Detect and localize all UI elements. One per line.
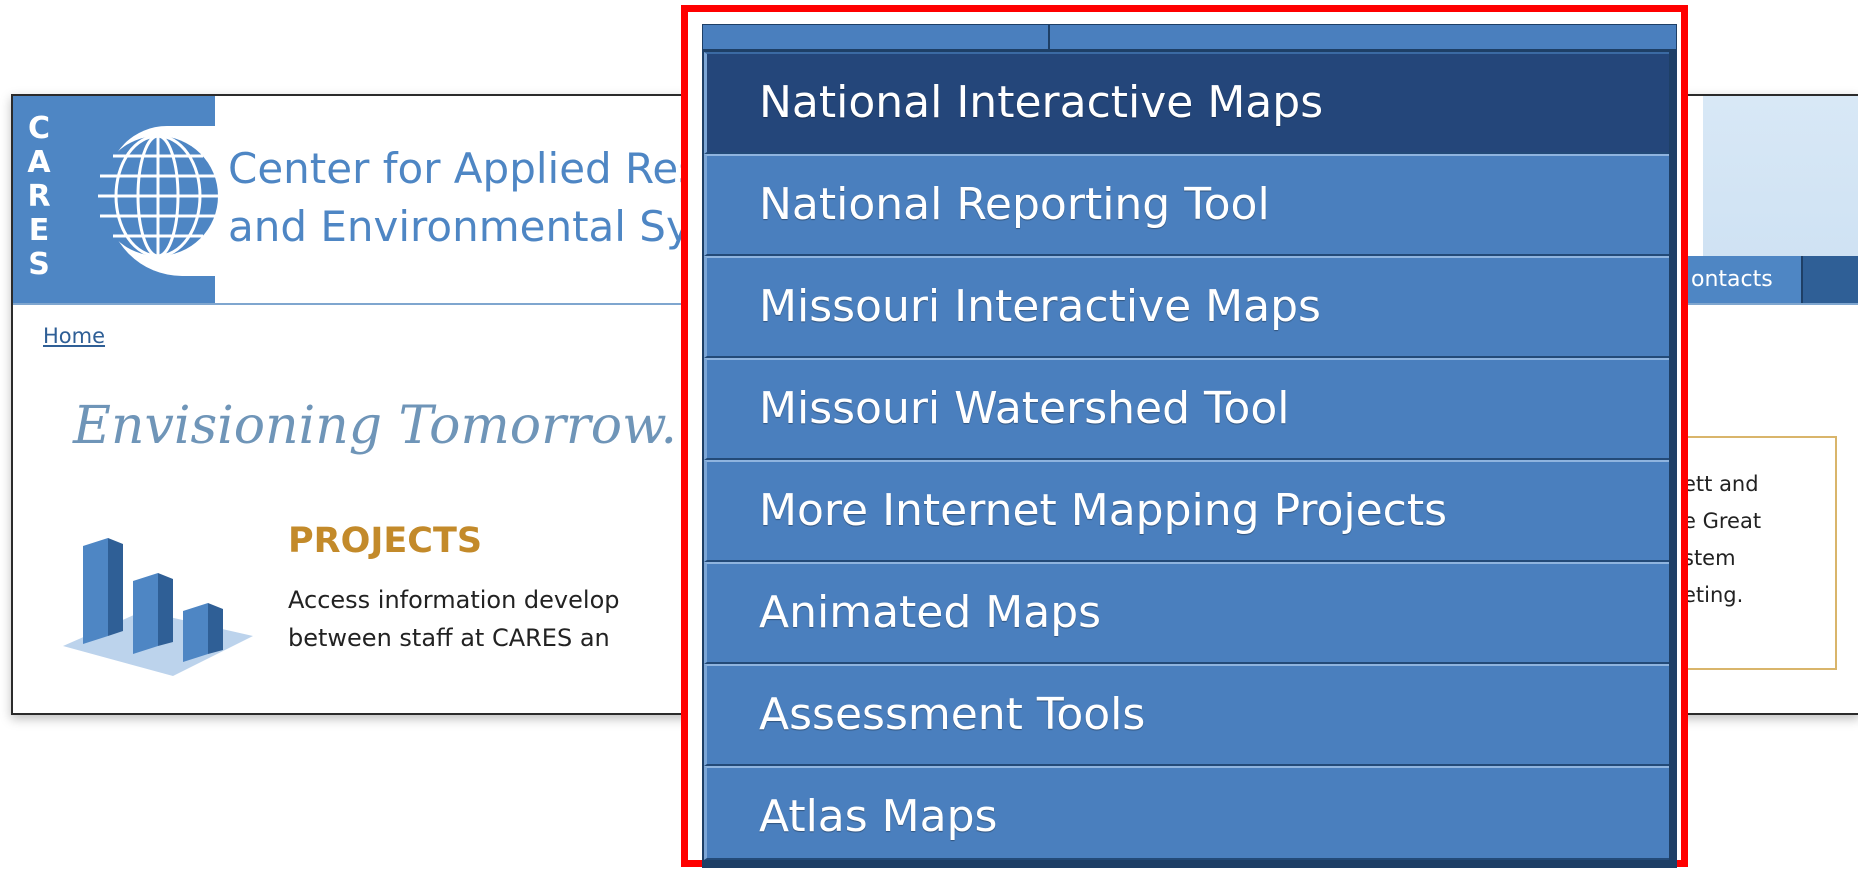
news-text: ett and e Great stem eting. [1683, 472, 1762, 607]
site-title-line1: Center for Applied Res [228, 144, 701, 193]
menu-top-strip [702, 24, 1677, 50]
cares-letter-bar: C A R E S [13, 96, 65, 303]
header-decoration [1703, 96, 1858, 256]
stage: C A R E S Center for Applied Res and Env… [0, 0, 1858, 873]
menu-item-missouri-interactive-maps[interactable]: Missouri Interactive Maps [704, 256, 1675, 358]
cares-letter-c: C [27, 111, 51, 146]
menu-item-assessment-tools[interactable]: Assessment Tools [704, 664, 1675, 766]
menu-item-national-reporting-tool[interactable]: National Reporting Tool [704, 154, 1675, 256]
menu-item-national-interactive-maps[interactable]: National Interactive Maps [704, 52, 1675, 154]
cares-letter-a: A [27, 145, 51, 180]
cares-letter-s: S [28, 247, 50, 282]
cares-letter-e: E [28, 213, 50, 248]
menu-item-animated-maps[interactable]: Animated Maps [704, 562, 1675, 664]
page-tagline: Envisioning Tomorrow... [73, 396, 711, 456]
menu-item-atlas-maps[interactable]: Atlas Maps [704, 766, 1675, 860]
globe-icon [98, 134, 218, 258]
bar-chart-icon [63, 538, 253, 676]
menu-item-missouri-watershed-tool[interactable]: Missouri Watershed Tool [704, 358, 1675, 460]
menu-item-more-internet-mapping-projects[interactable]: More Internet Mapping Projects [704, 460, 1675, 562]
projects-heading[interactable]: PROJECTS [288, 521, 482, 561]
menu-right-edge [1669, 52, 1675, 866]
projects-description: Access information develop between staff… [288, 586, 620, 652]
breadcrumb-home-link[interactable]: Home [43, 324, 105, 348]
nav-contacts-tab[interactable]: ontacts [1683, 256, 1803, 303]
maps-dropdown-menu: National Interactive Maps National Repor… [702, 50, 1677, 868]
site-title-line2: and Environmental Syst [228, 202, 730, 251]
menu-top-divider [1048, 25, 1050, 49]
cares-letter-r: R [27, 179, 51, 214]
dropdown-highlight-frame: National Interactive Maps National Repor… [681, 5, 1688, 868]
